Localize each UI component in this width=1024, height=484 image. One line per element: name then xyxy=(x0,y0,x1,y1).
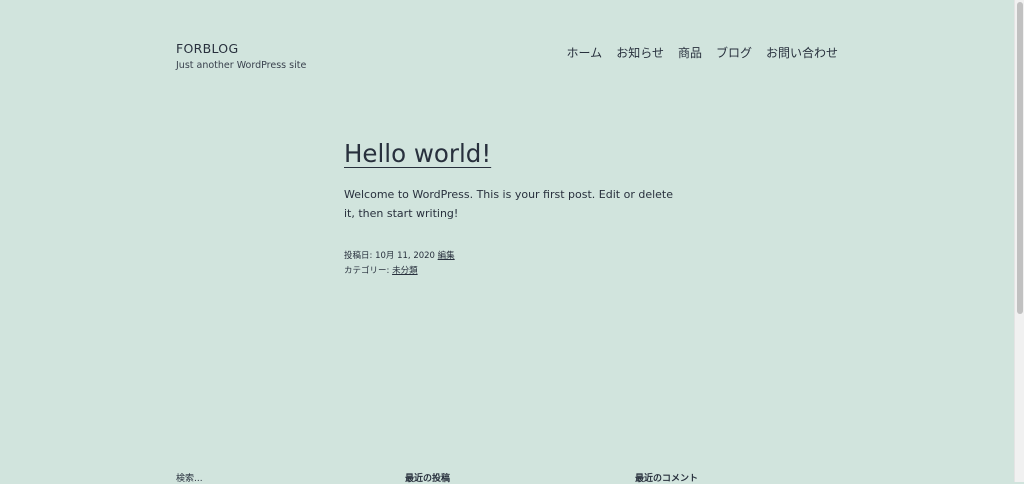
scrollbar-thumb[interactable] xyxy=(1017,2,1023,314)
vertical-scrollbar[interactable] xyxy=(1014,0,1024,482)
nav-item-contact[interactable]: お問い合わせ xyxy=(766,44,838,61)
primary-navigation: ホーム お知らせ 商品 ブログ お問い合わせ xyxy=(567,44,838,61)
edit-post-link[interactable]: 編集 xyxy=(438,251,455,261)
post-body-text: Welcome to WordPress. This is your first… xyxy=(344,188,674,220)
nav-item-home[interactable]: ホーム xyxy=(567,44,603,61)
site-title[interactable]: FORBLOG xyxy=(176,41,238,56)
post-meta: 投稿日: 10月 11, 2020 編集 カテゴリー: 未分類 xyxy=(344,249,455,279)
recent-posts-heading: 最近の投稿 xyxy=(405,474,451,484)
nav-item-products[interactable]: 商品 xyxy=(678,44,702,61)
nav-item-blog[interactable]: ブログ xyxy=(716,44,752,61)
post-content: Welcome to WordPress. This is your first… xyxy=(344,185,674,223)
recent-comments-heading: 最近のコメント xyxy=(635,474,699,484)
post-date: 10月 11, 2020 xyxy=(375,251,435,261)
footer-search-label[interactable]: 検索... xyxy=(176,471,203,484)
category-link[interactable]: 未分類 xyxy=(392,266,418,276)
posted-on-label: 投稿日: xyxy=(344,251,373,261)
category-label: カテゴリー: xyxy=(344,266,390,276)
post-title[interactable]: Hello world! xyxy=(344,139,491,168)
post-date-row: 投稿日: 10月 11, 2020 編集 xyxy=(344,249,455,264)
nav-item-news[interactable]: お知らせ xyxy=(616,44,664,61)
post-category-row: カテゴリー: 未分類 xyxy=(344,264,455,279)
site-tagline: Just another WordPress site xyxy=(176,60,307,71)
page: FORBLOG Just another WordPress site ホーム … xyxy=(0,0,1014,484)
